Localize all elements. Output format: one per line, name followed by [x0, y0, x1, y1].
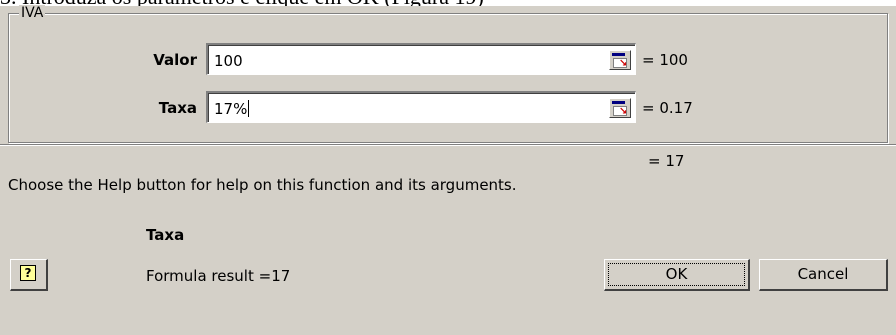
taxa-input[interactable]: 17% ↘ — [206, 91, 636, 123]
taxa-input-text: 17% — [214, 100, 250, 118]
text-caret — [248, 100, 250, 117]
valor-input[interactable]: 100 ↘ — [206, 43, 636, 75]
cancel-button[interactable]: Cancel — [759, 259, 888, 291]
argument-evaluated-value: = 0.17 — [642, 99, 693, 117]
arguments-group: IVA Valor 100 ↘ = 100 Taxa 17% ↘ = 0.17 — [8, 5, 888, 143]
current-argument-name: Taxa — [146, 226, 185, 244]
divider — [0, 144, 896, 146]
valor-input-text: 100 — [214, 52, 243, 70]
argument-evaluated-value: = 100 — [642, 51, 688, 69]
argument-row-taxa: Taxa 17% ↘ = 0.17 — [9, 91, 887, 125]
ok-button[interactable]: OK — [604, 259, 750, 291]
cancel-button-label: Cancel — [797, 265, 849, 283]
collapse-dialog-icon[interactable]: ↘ — [609, 50, 631, 70]
help-instructions: Choose the Help button for help on this … — [8, 176, 517, 194]
function-arguments-dialog: IVA Valor 100 ↘ = 100 Taxa 17% ↘ = 0.17 … — [0, 5, 896, 335]
argument-row-valor: Valor 100 ↘ = 100 — [9, 43, 887, 77]
formula-result: Formula result =17 — [146, 267, 291, 285]
collapse-dialog-icon[interactable]: ↘ — [609, 98, 631, 118]
focus-rectangle — [608, 263, 745, 286]
help-button[interactable]: ? — [10, 259, 48, 291]
function-result-value: = 17 — [648, 152, 685, 170]
group-title: IVA — [19, 5, 46, 21]
argument-label: Taxa — [158, 99, 197, 117]
argument-label: Valor — [153, 51, 197, 69]
question-icon: ? — [20, 265, 36, 281]
